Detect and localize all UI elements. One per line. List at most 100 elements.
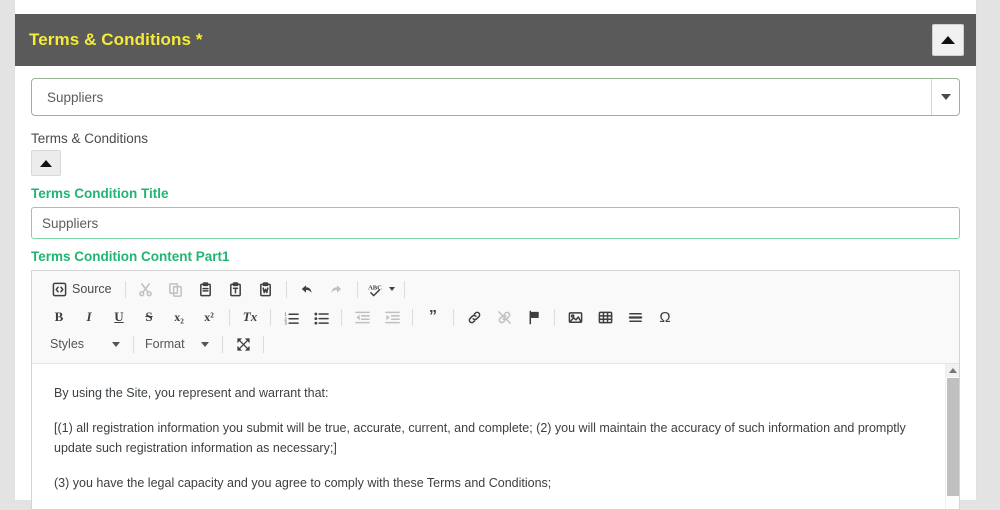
section-label: Terms & Conditions: [31, 131, 149, 146]
subscript-button[interactable]: x₂: [168, 306, 190, 328]
strikethrough-button[interactable]: S: [138, 306, 160, 328]
redo-button[interactable]: [326, 278, 348, 300]
editor-scrollbar[interactable]: [945, 364, 959, 509]
toolbar-separator: [285, 280, 287, 298]
undo-button[interactable]: [296, 278, 318, 300]
category-select-value: Suppliers: [47, 89, 104, 105]
horizontal-rule-button[interactable]: [624, 306, 646, 328]
copy-button[interactable]: [165, 278, 187, 300]
italic-button[interactable]: I: [78, 306, 100, 328]
toolbar-row-3: Styles Format: [38, 331, 953, 357]
toolbar-separator: [270, 308, 271, 326]
editor-paragraph: (3) you have the legal capacity and you …: [54, 476, 552, 491]
toolbar-separator: [356, 280, 358, 298]
numbered-list-button[interactable]: 1 2 3: [280, 306, 302, 328]
toolbar-separator: [341, 308, 342, 326]
increase-indent-button[interactable]: [381, 306, 403, 328]
paste-button[interactable]: [195, 278, 217, 300]
rich-text-editor: Source ABC B I U S x₂ x² Tx 1 2 3 ” Ω St…: [31, 270, 960, 510]
svg-text:3: 3: [284, 320, 287, 324]
editor-paragraph: By using the Site, you represent and war…: [54, 386, 329, 400]
editor-toolbar: Source ABC B I U S x₂ x² Tx 1 2 3 ” Ω St…: [32, 271, 959, 364]
anchor-button[interactable]: [523, 306, 545, 328]
source-button[interactable]: Source: [48, 278, 116, 300]
toolbar-separator: [403, 280, 405, 298]
source-icon: [52, 282, 67, 296]
table-icon: [598, 311, 612, 323]
toolbar-row-2: B I U S x₂ x² Tx 1 2 3 ” Ω: [38, 303, 953, 331]
editor-content-area[interactable]: By using the Site, you represent and war…: [32, 364, 959, 509]
terms-title-label: Terms Condition Title: [31, 186, 169, 201]
maximize-button[interactable]: [232, 333, 254, 355]
toolbar-separator: [412, 308, 413, 326]
format-dropdown-label: Format: [145, 337, 185, 351]
blockquote-button[interactable]: ”: [422, 306, 444, 328]
toolbar-separator: [229, 308, 230, 326]
terms-content-label: Terms Condition Content Part1: [31, 249, 230, 264]
paste-from-word-button[interactable]: [255, 278, 277, 300]
scroll-up-button[interactable]: [946, 364, 959, 377]
category-select[interactable]: Suppliers: [31, 78, 960, 116]
format-dropdown[interactable]: Format: [139, 333, 213, 355]
clipboard-text-icon: [230, 281, 242, 296]
copy-icon: [169, 282, 182, 297]
decrease-indent-button[interactable]: [351, 306, 373, 328]
redo-arrow-icon: [331, 284, 342, 293]
special-character-button[interactable]: Ω: [654, 306, 676, 328]
panel-body: Suppliers Terms & Conditions Terms Condi…: [15, 66, 976, 510]
collapse-section-button[interactable]: [31, 150, 61, 176]
spell-check-icon: ABC: [368, 284, 382, 296]
toolbar-separator: [554, 308, 555, 326]
terms-title-input[interactable]: [31, 207, 960, 239]
undo-arrow-icon: [301, 284, 312, 293]
toolbar-separator: [133, 335, 134, 353]
chevron-down-icon: [112, 341, 120, 347]
bulleted-list-button[interactable]: [310, 306, 332, 328]
toolbar-separator: [263, 335, 264, 353]
toolbar-separator: [222, 335, 223, 353]
image-icon: [568, 311, 582, 323]
cut-button[interactable]: [135, 278, 157, 300]
bulleted-list-icon: [313, 312, 329, 325]
styles-dropdown-label: Styles: [50, 337, 85, 351]
outdent-icon: [354, 311, 370, 323]
scrollbar-thumb[interactable]: [947, 378, 959, 496]
link-button[interactable]: [463, 306, 485, 328]
spell-check-button[interactable]: ABC: [367, 278, 395, 300]
indent-icon: [384, 311, 400, 323]
toolbar-separator: [124, 280, 126, 298]
clipboard-icon: [200, 281, 212, 296]
svg-text:ABC: ABC: [368, 284, 382, 291]
page-container: Terms & Conditions * Suppliers Terms & C…: [14, 0, 977, 510]
chevron-down-icon: [388, 287, 395, 291]
flag-icon: [529, 310, 539, 324]
remove-format-button[interactable]: Tx: [239, 306, 261, 328]
chevron-up-icon: [40, 159, 52, 167]
scissors-icon: [139, 282, 152, 296]
chevron-up-icon: [941, 36, 955, 44]
chevron-down-icon: [201, 341, 209, 347]
horizontal-rule-icon: [628, 312, 642, 322]
collapse-panel-button[interactable]: [932, 24, 964, 56]
paste-text-button[interactable]: [225, 278, 247, 300]
underline-button[interactable]: U: [108, 306, 130, 328]
unlink-icon: [497, 310, 511, 324]
table-button[interactable]: [594, 306, 616, 328]
unlink-button[interactable]: [493, 306, 515, 328]
panel-title-text: Terms & Conditions: [29, 30, 192, 49]
clipboard-word-icon: [260, 281, 272, 296]
bold-button[interactable]: B: [48, 306, 70, 328]
link-icon: [468, 311, 480, 323]
source-label: Source: [72, 282, 112, 296]
numbered-list-icon: 1 2 3: [284, 311, 299, 325]
superscript-button[interactable]: x²: [198, 306, 220, 328]
image-button[interactable]: [564, 306, 586, 328]
toolbar-separator: [453, 308, 454, 326]
required-marker: *: [195, 30, 203, 49]
maximize-icon: [236, 337, 250, 351]
chevron-down-icon[interactable]: [931, 79, 959, 115]
editor-paragraph: [(1) all registration information you su…: [54, 421, 906, 455]
toolbar-row-1: Source ABC: [38, 275, 953, 303]
styles-dropdown[interactable]: Styles: [44, 333, 124, 355]
page-title: Terms & Conditions *: [29, 30, 203, 50]
